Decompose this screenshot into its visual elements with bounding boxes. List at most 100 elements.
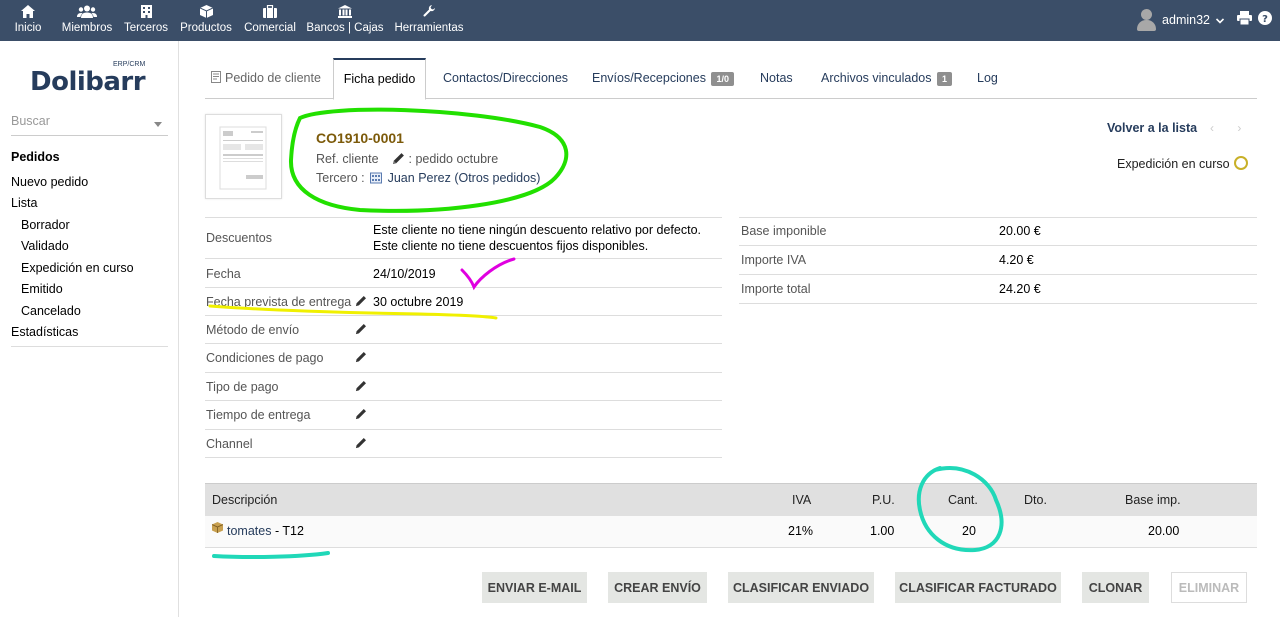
tab-archivos[interactable]: Archivos vinculados 1 — [821, 58, 952, 99]
line-cant: 20 — [962, 524, 976, 538]
sidebar-divider — [11, 346, 168, 347]
order-doc-icon — [211, 59, 221, 99]
sidebar-item-pedidos[interactable]: Pedidos — [11, 150, 60, 164]
ref-cliente: Ref. cliente : pedido octubre — [316, 152, 498, 168]
detail-key: Channel — [206, 437, 253, 451]
enviar-email-button[interactable]: ENVIAR E-MAIL — [482, 572, 587, 603]
topmenu-label: Miembros — [61, 22, 113, 34]
table-row[interactable]: tomates - T12 21% 1.00 20 20.00 — [205, 516, 1257, 548]
total-key: Importe IVA — [741, 253, 807, 267]
tab-label: Pedido de cliente — [225, 71, 321, 85]
svg-text:?: ? — [1262, 14, 1268, 25]
topmenu-herramientas[interactable]: Herramientas — [394, 0, 464, 41]
logo-subtext: ERP/CRM — [113, 61, 146, 68]
col-base-imp: Base imp. — [1125, 493, 1181, 507]
next-record-arrow[interactable]: › — [1237, 121, 1241, 135]
top-navigation-bar: Inicio Miembros Terceros Productos Comer… — [0, 0, 1280, 41]
topmenu-label: Productos — [180, 22, 232, 34]
detail-value-line2: Este cliente no tiene descuentos fijos d… — [373, 239, 649, 253]
topmenu-comercial[interactable]: Comercial — [242, 0, 298, 41]
total-value: 4.20 € — [999, 253, 1034, 267]
sidebar-item-estadisticas[interactable]: Estadísticas — [11, 325, 78, 339]
building-icon — [122, 5, 170, 19]
pencil-icon[interactable] — [392, 152, 405, 168]
tab-ficha-pedido[interactable]: Ficha pedido — [333, 58, 426, 100]
document-thumbnail[interactable] — [205, 114, 282, 199]
sidebar-item-borrador[interactable]: Borrador — [21, 218, 70, 232]
cube-icon — [178, 5, 234, 19]
detail-row-tipo-pago: Tipo de pago — [205, 373, 722, 401]
detail-value: 30 octubre 2019 — [373, 295, 464, 309]
topmenu-terceros[interactable]: Terceros — [122, 0, 170, 41]
logo-text: Dolibarr — [30, 67, 146, 97]
sidebar-item-expedicion[interactable]: Expedición en curso — [21, 261, 134, 275]
topmenu-bancos[interactable]: Bancos | Cajas — [306, 0, 384, 41]
clasificar-facturado-button[interactable]: CLASIFICAR FACTURADO — [895, 572, 1061, 603]
topmenu-miembros[interactable]: Miembros — [60, 0, 114, 41]
detail-key: Fecha — [206, 267, 241, 281]
pencil-icon[interactable] — [355, 295, 367, 310]
detail-value: 24/10/2019 — [373, 267, 436, 281]
ref-cliente-label: Ref. cliente — [316, 152, 379, 166]
col-dto: Dto. — [1024, 493, 1047, 507]
detail-row-fecha-prevista: Fecha prevista de entrega 30 octubre 201… — [205, 288, 722, 316]
user-menu[interactable]: admin32 — [1136, 5, 1225, 35]
total-value: 24.20 € — [999, 282, 1041, 296]
total-row-iva: Importe IVA 4.20 € — [739, 246, 1257, 275]
detail-row-condiciones-pago: Condiciones de pago — [205, 344, 722, 373]
left-sidebar: Dolibarr ERP/CRM Buscar Pedidos Nuevo pe… — [0, 41, 179, 617]
total-row-total: Importe total 24.20 € — [739, 275, 1257, 304]
tab-notas[interactable]: Notas — [760, 58, 793, 99]
pencil-icon[interactable] — [355, 380, 367, 395]
tab-contactos[interactable]: Contactos/Direcciones — [443, 58, 568, 99]
tab-envios[interactable]: Envíos/Recepciones 1/0 — [592, 58, 734, 99]
briefcase-icon — [242, 4, 298, 19]
detail-key: Descuentos — [206, 231, 273, 245]
sidebar-item-emitido[interactable]: Emitido — [21, 282, 63, 296]
col-cant: Cant. — [948, 493, 978, 507]
line-description: tomates - T12 — [227, 524, 304, 538]
line-base: 20.00 — [1148, 524, 1180, 538]
detail-key: Tipo de pago — [206, 380, 279, 394]
username: admin32 — [1162, 13, 1210, 27]
pencil-icon[interactable] — [355, 437, 367, 452]
product-box-icon — [211, 522, 224, 536]
col-pu: P.U. — [872, 493, 895, 507]
topmenu-inicio[interactable]: Inicio — [10, 0, 46, 41]
total-key: Importe total — [741, 282, 811, 296]
chevron-down-icon — [1215, 13, 1225, 27]
sidebar-item-validado[interactable]: Validado — [21, 239, 69, 253]
eliminar-button: ELIMINAR — [1171, 572, 1247, 603]
search-select[interactable]: Buscar — [11, 114, 168, 136]
crear-envio-button[interactable]: CREAR ENVÍO — [608, 572, 707, 603]
record-nav: ‹ › — [1210, 121, 1241, 135]
print-icon[interactable] — [1237, 11, 1252, 28]
ref-cliente-value: : pedido octubre — [408, 152, 499, 166]
clasificar-enviado-button[interactable]: CLASIFICAR ENVIADO — [728, 572, 874, 603]
tercero-label: Tercero : — [316, 171, 365, 185]
tab-label: Archivos vinculados — [821, 71, 932, 85]
company-icon — [370, 172, 383, 187]
pencil-icon[interactable] — [355, 408, 367, 423]
total-row-base: Base imponible 20.00 € — [739, 217, 1257, 246]
topmenu-productos[interactable]: Productos — [178, 0, 234, 41]
sidebar-item-nuevo-pedido[interactable]: Nuevo pedido — [11, 175, 88, 189]
dolibarr-logo[interactable]: Dolibarr ERP/CRM — [30, 61, 150, 99]
line-pu: 1.00 — [870, 524, 895, 538]
wrench-icon — [394, 5, 464, 19]
pencil-icon[interactable] — [355, 351, 367, 366]
tercero-link[interactable]: Juan Perez — [388, 171, 451, 185]
top-icons: ? — [1237, 11, 1272, 28]
clonar-button[interactable]: CLONAR — [1082, 572, 1149, 603]
pencil-icon[interactable] — [355, 323, 367, 338]
otros-pedidos-link[interactable]: (Otros pedidos) — [454, 171, 540, 185]
tab-pedido-de-cliente[interactable]: Pedido de cliente — [211, 58, 321, 99]
sidebar-item-lista[interactable]: Lista — [11, 196, 37, 210]
product-link[interactable]: tomates — [227, 524, 271, 538]
sidebar-item-cancelado[interactable]: Cancelado — [21, 304, 81, 318]
tab-log[interactable]: Log — [977, 58, 998, 99]
volver-a-la-lista-link[interactable]: Volver a la lista — [1107, 121, 1197, 135]
avatar — [1136, 8, 1157, 32]
previous-record-arrow[interactable]: ‹ — [1210, 121, 1214, 135]
help-icon[interactable]: ? — [1258, 11, 1272, 28]
